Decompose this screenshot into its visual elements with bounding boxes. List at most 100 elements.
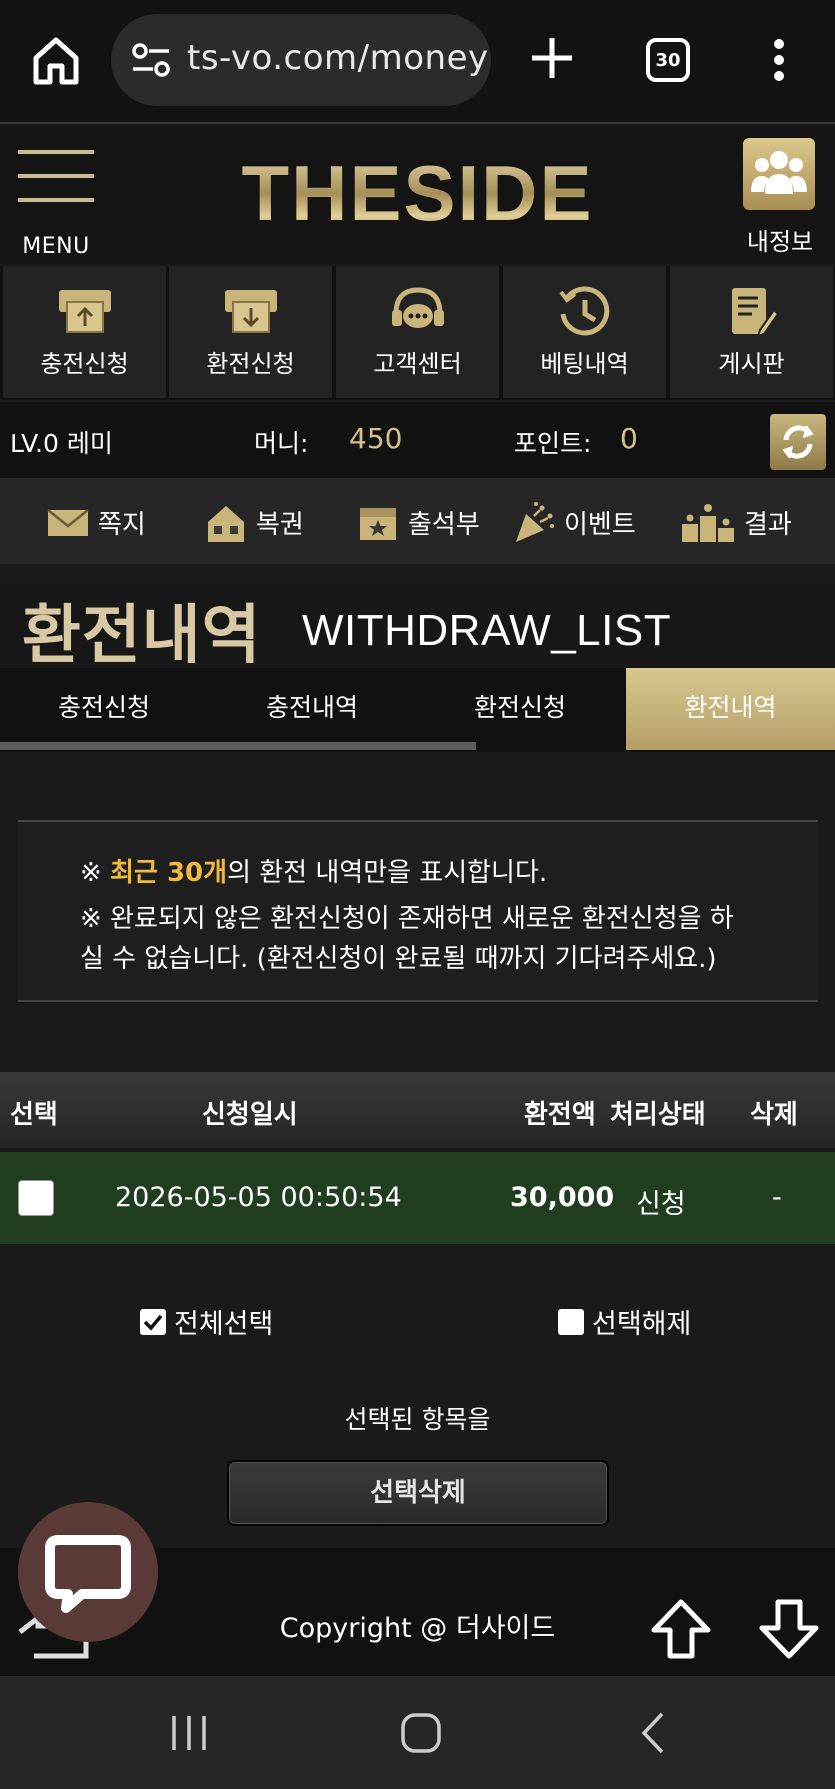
select-all-checkbox[interactable] <box>140 1308 166 1335</box>
delete-selected-button[interactable]: 선택삭제 <box>227 1460 609 1526</box>
more-vert-icon[interactable] <box>772 38 786 82</box>
sub-nav-label: 출석부 <box>408 509 480 540</box>
sub-nav-message[interactable]: 쪽지 <box>46 498 146 546</box>
sub-nav: 쪽지 복권 출석부 이벤트 결과 <box>0 478 835 564</box>
refresh-button[interactable] <box>770 414 826 470</box>
deselect-checkbox[interactable] <box>558 1308 584 1335</box>
android-navigation-bar <box>0 1676 835 1789</box>
notice-prefix: ※ <box>80 858 111 888</box>
board-edit-icon <box>731 288 779 338</box>
user-info-bar: LV.0 레미 머니: 450 포인트: 0 <box>0 402 835 478</box>
site-logo[interactable]: THESIDE <box>240 148 595 239</box>
envelope-icon <box>47 509 89 536</box>
chat-button[interactable] <box>18 1502 158 1642</box>
menu-label: MENU <box>22 234 90 259</box>
table-row: 2026-05-05 00:50:54 30,000 신청 - <box>0 1152 835 1244</box>
calendar-star-icon <box>360 508 396 540</box>
column-header: 환전액 <box>524 1100 596 1130</box>
url-text: ts-vo.com/money <box>187 38 489 78</box>
notice-line-1: ※ 최근 30개의 환전 내역만을 표시합니다. <box>80 852 547 889</box>
site-settings-icon[interactable] <box>131 42 171 78</box>
menu-icon-line <box>18 174 94 178</box>
tab-withdraw-history[interactable]: 환전내역 <box>626 668 835 750</box>
deposit-icon <box>58 290 111 333</box>
quick-nav-board[interactable]: 게시판 <box>670 266 833 398</box>
home-nav-icon[interactable] <box>396 1708 446 1758</box>
tab-withdraw-request[interactable]: 환전신청 <box>416 668 624 750</box>
sub-nav-lottery[interactable]: 복권 <box>204 498 304 546</box>
menu-icon <box>18 150 94 154</box>
select-all-label: 전체선택 <box>174 1309 274 1340</box>
quick-nav-deposit[interactable]: 충전신청 <box>3 266 166 398</box>
headset-chat-icon <box>391 287 444 328</box>
column-header: 처리상태 <box>610 1100 706 1130</box>
row-checkbox[interactable] <box>18 1180 54 1216</box>
tab-deposit-request[interactable]: 충전신청 <box>0 668 208 750</box>
history-clock-icon <box>558 286 609 336</box>
myinfo-label: 내정보 <box>746 228 814 256</box>
deselect-control[interactable]: 선택해제 <box>558 1302 691 1341</box>
column-header: 삭제 <box>750 1100 798 1130</box>
content-tabs: 충전신청 충전내역 환전신청 환전내역 <box>0 668 835 752</box>
new-tab-icon[interactable] <box>528 34 576 82</box>
myinfo-button[interactable]: 내정보 <box>740 138 820 256</box>
quick-nav: 충전신청 환전신청 고객센터 베팅내역 게시판 <box>0 266 835 400</box>
page-subtitle: WITHDRAW_LIST <box>302 606 672 655</box>
quick-nav-bet-history[interactable]: 베팅내역 <box>503 266 666 398</box>
podium-icon <box>682 504 734 542</box>
home-icon[interactable] <box>28 32 84 88</box>
user-level: LV.0 레미 <box>10 429 113 458</box>
sub-nav-label: 결과 <box>744 509 792 540</box>
notice-highlight: 최근 30개 <box>110 858 228 888</box>
sub-nav-label: 복권 <box>256 509 304 540</box>
row-status: 신청 <box>636 1189 686 1220</box>
chat-bubble-icon <box>45 1535 131 1613</box>
row-datetime: 2026-05-05 00:50:54 <box>115 1182 402 1213</box>
money-value: 450 <box>349 422 403 455</box>
sub-nav-attendance[interactable]: 출석부 <box>356 498 480 546</box>
back-nav-icon[interactable] <box>630 1708 680 1758</box>
notice-line-2: ※ 완료되지 않은 환전신청이 존재하면 새로운 환전신청을 하 <box>80 904 734 934</box>
check-icon <box>143 1314 163 1331</box>
row-amount: 30,000 <box>510 1182 615 1213</box>
row-delete[interactable]: - <box>772 1182 782 1213</box>
scroll-down-icon[interactable] <box>758 1598 820 1660</box>
quick-nav-label: 고객센터 <box>373 350 462 378</box>
page-title-section: 환전내역 WITHDRAW_LIST <box>0 584 835 673</box>
quick-nav-label: 충전신청 <box>40 350 129 378</box>
quick-nav-withdraw[interactable]: 환전신청 <box>169 266 332 398</box>
quick-nav-label: 베팅내역 <box>540 350 629 378</box>
page-title: 환전내역 <box>22 599 262 673</box>
notice-suffix: 의 환전 내역만을 표시합니다. <box>227 858 548 888</box>
deselect-label: 선택해제 <box>592 1309 692 1340</box>
browser-toolbar: ts-vo.com/money 30 <box>0 0 835 124</box>
menu-button[interactable]: MENU <box>18 148 94 259</box>
withdraw-icon <box>224 290 277 333</box>
scroll-up-icon[interactable] <box>650 1598 712 1660</box>
sub-nav-label: 쪽지 <box>98 509 146 540</box>
selected-items-caption: 선택된 항목을 <box>344 1405 491 1434</box>
address-bar[interactable]: ts-vo.com/money <box>111 14 491 106</box>
money-label: 머니: <box>254 429 309 458</box>
sub-nav-event[interactable]: 이벤트 <box>512 498 636 546</box>
tab-switcher-button[interactable]: 30 <box>646 38 690 82</box>
menu-icon-line <box>18 198 94 202</box>
site-header: MENU THESIDE 내정보 <box>0 126 835 264</box>
table-header: 선택 신청일시 환전액 처리상태 삭제 <box>0 1072 835 1148</box>
sub-nav-result[interactable]: 결과 <box>680 498 792 546</box>
quick-nav-label: 환전신청 <box>206 350 295 378</box>
point-label: 포인트: <box>514 429 592 458</box>
sub-nav-label: 이벤트 <box>564 509 636 540</box>
lottery-icon <box>208 506 244 542</box>
tab-deposit-history[interactable]: 충전내역 <box>208 668 416 750</box>
refresh-icon <box>782 425 814 459</box>
quick-nav-support[interactable]: 고객센터 <box>336 266 499 398</box>
column-header: 신청일시 <box>202 1100 298 1130</box>
select-all-control[interactable]: 전체선택 <box>140 1302 273 1341</box>
column-header: 선택 <box>10 1100 58 1130</box>
notice-line-3: 실 수 없습니다. (환전신청이 완료될 때까지 기다려주세요.) <box>80 944 717 974</box>
notice-box: ※ 최근 30개의 환전 내역만을 표시합니다. ※ 완료되지 않은 환전신청이… <box>18 820 818 1002</box>
point-value: 0 <box>620 422 638 455</box>
quick-nav-label: 게시판 <box>718 350 785 378</box>
recent-apps-icon[interactable] <box>164 1708 214 1758</box>
